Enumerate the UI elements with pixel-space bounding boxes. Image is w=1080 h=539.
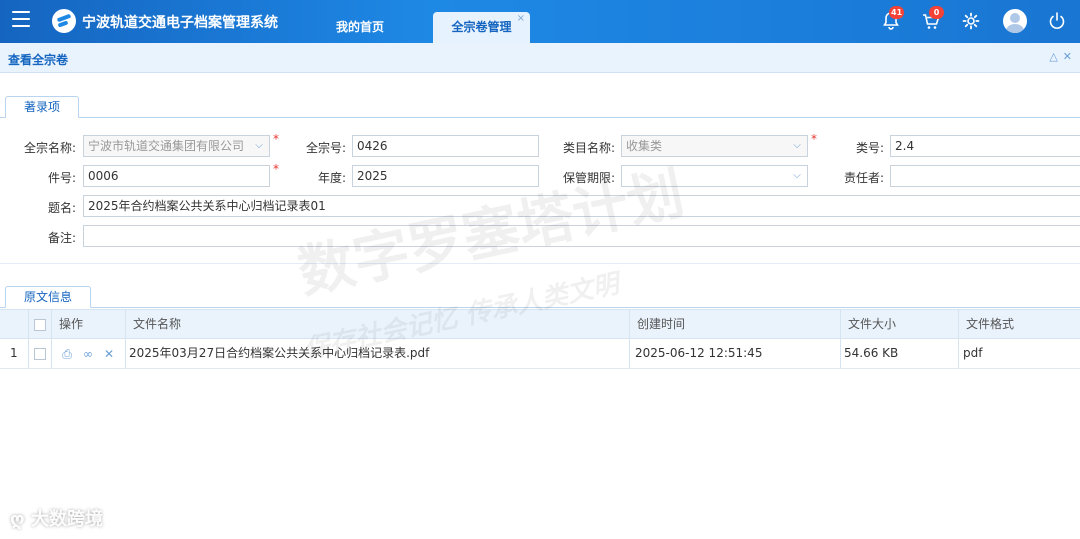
watermark-footer-text: 大数跨境 [30, 509, 103, 530]
category-no-label: 类号: [855, 141, 884, 155]
fonds-no-label: 全宗号: [305, 141, 346, 155]
col-size[interactable]: 文件大小 [842, 310, 956, 338]
notification-badge: 41 [889, 6, 905, 19]
panel-title-bar: 查看全宗卷 △ ✕ [0, 43, 1080, 73]
app-title: 宁波轨道交通电子档案管理系统 [82, 15, 278, 31]
delete-icon[interactable]: ✕ [102, 347, 116, 361]
panel-title: 查看全宗卷 [8, 53, 69, 67]
year-label: 年度: [317, 171, 346, 185]
collapse-icon[interactable]: △ [1049, 50, 1057, 63]
footer-logo-icon: ღ [10, 509, 25, 530]
tab-record-items[interactable]: 著录项 [5, 96, 80, 118]
power-icon[interactable] [1045, 9, 1069, 33]
avatar[interactable] [1003, 9, 1027, 33]
remark-label: 备注: [47, 231, 76, 245]
cart-icon[interactable]: 0 [919, 6, 944, 33]
category-name-label: 类目名称: [562, 141, 615, 155]
close-icon[interactable]: × [517, 3, 525, 34]
fonds-name-label: 全宗名称: [23, 141, 76, 155]
tab-home[interactable]: 我的首页 [336, 12, 384, 43]
tab-original-info[interactable]: 原文信息 [5, 286, 92, 308]
select-all-checkbox[interactable] [34, 319, 46, 331]
category-name-select[interactable]: 收集类 ⌵ [621, 135, 808, 157]
fonds-name-select[interactable]: 宁波市轨道交通集团有限公司 ⌵ [83, 135, 270, 157]
col-format[interactable]: 文件格式 [960, 310, 1078, 338]
panel-tools: △ ✕ [1044, 50, 1072, 63]
table-row[interactable]: 1 ⎙ ∞ ✕ 2025年03月27日合约档案公共关系中心归档记录表.pdf 2… [0, 339, 1080, 369]
row-filename[interactable]: 2025年03月27日合约档案公共关系中心归档记录表.pdf [127, 339, 627, 368]
title-field[interactable]: 2025年合约档案公共关系中心归档记录表01 [83, 195, 1080, 217]
watermark-footer: ღ 大数跨境 [10, 505, 103, 531]
gear-icon[interactable] [959, 9, 983, 33]
chevron-down-icon: ⌵ [255, 140, 263, 151]
col-created[interactable]: 创建时间 [631, 310, 839, 338]
table-header: 操作 文件名称 创建时间 文件大小 文件格式 [0, 309, 1080, 339]
retention-label: 保管期限: [562, 171, 615, 185]
required-mark: * [273, 162, 279, 176]
col-filename[interactable]: 文件名称 [127, 310, 627, 338]
record-form: 全宗名称: 宁波市轨道交通集团有限公司 ⌵ * 全宗号: 0426 类目名称: … [0, 118, 1080, 264]
tab-fonds-management[interactable]: 全宗卷管理 × [433, 12, 530, 43]
item-no-field[interactable]: 0006 [83, 165, 270, 187]
required-mark: * [273, 132, 279, 146]
category-name-value: 收集类 [626, 139, 663, 153]
menu-icon[interactable] [12, 11, 30, 27]
row-created: 2025-06-12 12:51:45 [635, 346, 763, 360]
chevron-down-icon: ⌵ [793, 140, 801, 151]
bell-icon[interactable]: 41 [879, 6, 905, 33]
required-mark: * [811, 132, 817, 146]
item-no-label: 件号: [47, 171, 76, 185]
year-field[interactable]: 2025 [352, 165, 539, 187]
app-header: 宁波轨道交通电子档案管理系统 我的首页 全宗卷管理 × 41 0 [0, 0, 1080, 43]
title-label: 题名: [47, 201, 76, 215]
category-no-field[interactable]: 2.4 [890, 135, 1080, 157]
responsible-field[interactable] [890, 165, 1080, 187]
cart-badge: 0 [929, 6, 944, 19]
row-index: 1 [10, 346, 18, 360]
retention-select[interactable]: ⌵ [621, 165, 808, 187]
row-size: 54.66 KB [844, 346, 899, 360]
section-divider [0, 307, 1080, 308]
close-panel-icon[interactable]: ✕ [1063, 50, 1072, 63]
remark-field[interactable] [83, 225, 1080, 247]
fonds-no-field[interactable]: 0426 [352, 135, 539, 157]
chevron-down-icon: ⌵ [793, 170, 801, 181]
row-checkbox[interactable] [34, 348, 46, 360]
app-logo [52, 9, 76, 33]
view-icon[interactable]: ∞ [81, 347, 95, 361]
responsible-label: 责任者: [843, 171, 884, 185]
tab-fonds-management-label: 全宗卷管理 [451, 20, 512, 34]
fonds-name-value: 宁波市轨道交通集团有限公司 [88, 139, 245, 153]
col-op: 操作 [59, 317, 84, 331]
print-icon[interactable]: ⎙ [60, 347, 74, 361]
row-format: pdf [963, 346, 983, 360]
